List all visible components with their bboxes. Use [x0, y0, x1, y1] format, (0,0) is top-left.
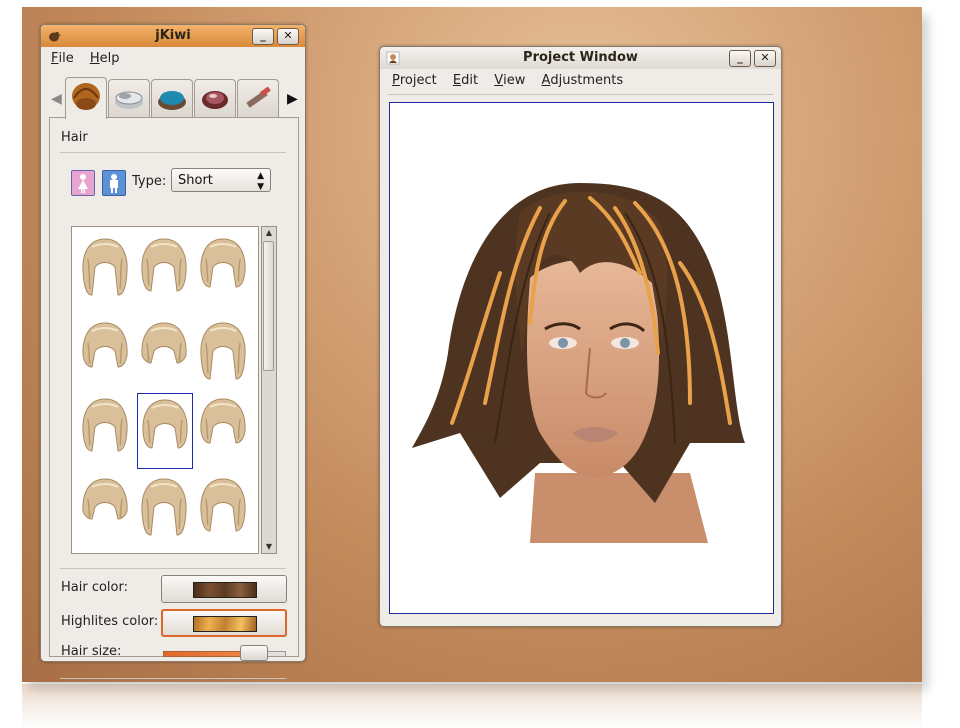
blush-icon — [202, 91, 228, 109]
lipstick-icon — [246, 86, 271, 108]
hairstyle-icon — [141, 478, 187, 536]
divider — [60, 678, 286, 679]
divider — [60, 152, 286, 153]
project-window: Project Window _ ✕ Project Edit View Adj… — [379, 46, 782, 627]
hairstyle-icon — [142, 399, 188, 449]
project-menubar: Project Edit View Adjustments — [380, 69, 781, 93]
hairstyle-thumbnail[interactable] — [137, 473, 191, 547]
menu-adjustments[interactable]: Adjustments — [541, 69, 623, 93]
updown-icon: ▲ ▼ — [257, 171, 264, 192]
eyeshadow-icon — [158, 91, 186, 110]
hair-color-label: Hair color: — [61, 580, 128, 595]
hairstyle-thumbnail[interactable] — [137, 317, 191, 391]
jkiwi-menubar: File Help — [41, 47, 305, 71]
hairstyle-icon — [82, 322, 128, 368]
hairstyle-icon — [200, 478, 246, 532]
menu-adjustments-label: djustments — [550, 73, 624, 88]
menu-project-label: roject — [399, 73, 437, 88]
desktop-reflection — [22, 684, 922, 728]
portrait-image — [412, 183, 745, 543]
hair-size-label: Hair size: — [61, 644, 122, 659]
divider — [388, 94, 773, 95]
hairstyle-grid — [71, 226, 259, 554]
menu-view-mnemonic: V — [494, 73, 504, 88]
hairstyle-icon — [200, 322, 246, 380]
highlites-color-label: Highlites color: — [61, 614, 159, 629]
hairstyle-thumbnail[interactable] — [78, 473, 132, 547]
kiwi-app-icon — [49, 32, 61, 42]
hairstyle-icon — [82, 238, 128, 296]
tab-hair[interactable] — [65, 77, 107, 119]
scroll-down-icon[interactable]: ▼ — [263, 541, 275, 553]
jkiwi-window: jKiwi _ ✕ File Help ◀ ▶ Hair Type: Short… — [40, 24, 306, 679]
menu-file[interactable]: File — [51, 47, 74, 71]
close-button[interactable]: ✕ — [277, 28, 299, 45]
scroll-up-icon[interactable]: ▲ — [263, 227, 275, 239]
hairstyle-icon — [82, 398, 128, 452]
tabs-scroll-left-icon[interactable]: ◀ — [51, 91, 62, 107]
hairstyle-thumbnail[interactable] — [196, 317, 250, 391]
category-tabs: ◀ ▶ — [41, 77, 305, 119]
tab-eyeshadow[interactable] — [151, 79, 193, 118]
hair-color-swatch — [193, 582, 257, 598]
tab-blush[interactable] — [194, 79, 236, 118]
menu-view-label: iew — [503, 73, 526, 88]
male-toggle[interactable] — [102, 170, 126, 196]
project-icon — [386, 51, 400, 65]
menu-project-mnemonic: P — [392, 73, 400, 88]
close-button[interactable]: ✕ — [754, 50, 776, 67]
menu-file-label: ile — [58, 51, 74, 66]
tabs-scroll-right-icon[interactable]: ▶ — [287, 91, 298, 107]
tab-lipstick[interactable] — [237, 79, 279, 118]
hairstyle-thumbnail[interactable] — [196, 393, 250, 467]
hairstyle-icon — [200, 398, 246, 444]
hair-size-slider-handle[interactable] — [240, 645, 268, 661]
hairstyle-icon — [200, 238, 246, 288]
hair-icon — [72, 83, 100, 110]
scroll-thumb[interactable] — [263, 241, 274, 371]
menu-edit-mnemonic: E — [452, 73, 462, 88]
menu-file-mnemonic: F — [51, 51, 59, 66]
hair-color-button[interactable] — [161, 575, 287, 603]
minimize-button[interactable]: _ — [729, 50, 751, 67]
hairstyle-thumbnail[interactable] — [137, 233, 191, 307]
hair-panel: Hair Type: Short ▲ ▼ ▲ ▼ Hair color: High… — [49, 117, 299, 679]
hairstyle-icon — [82, 478, 128, 520]
type-label: Type: — [132, 174, 167, 189]
project-titlebar[interactable]: Project Window _ ✕ — [380, 47, 781, 69]
highlites-color-button[interactable] — [161, 609, 287, 637]
jkiwi-titlebar[interactable]: jKiwi _ ✕ — [41, 25, 305, 47]
menu-help-mnemonic: H — [89, 51, 100, 66]
male-icon — [110, 174, 118, 193]
powder-compact-icon — [115, 91, 143, 109]
hairstyle-thumbnail[interactable] — [196, 473, 250, 547]
hairstyle-thumbnail[interactable] — [196, 233, 250, 307]
menu-edit-label: dit — [461, 73, 479, 88]
female-toggle[interactable] — [71, 170, 95, 196]
female-icon — [78, 174, 88, 193]
hairstyle-scrollbar[interactable]: ▲ ▼ — [261, 226, 277, 554]
hairstyle-thumbnail[interactable] — [78, 317, 132, 391]
section-title: Hair — [61, 130, 88, 145]
hairstyle-thumbnail[interactable] — [78, 393, 132, 467]
menu-project[interactable]: Project — [392, 69, 437, 93]
type-select[interactable]: Short ▲ ▼ — [171, 168, 271, 192]
minimize-button[interactable]: _ — [252, 28, 274, 45]
menu-edit[interactable]: Edit — [453, 69, 478, 93]
hairstyle-thumbnail[interactable] — [137, 393, 193, 469]
project-title: Project Window — [523, 50, 638, 65]
menu-help-label: elp — [99, 51, 120, 66]
menu-adjustments-mnemonic: A — [541, 73, 551, 88]
type-select-value: Short — [178, 173, 213, 188]
hairstyle-icon — [141, 238, 187, 292]
hairstyle-icon — [141, 322, 187, 364]
hairstyle-thumbnail[interactable] — [78, 233, 132, 307]
menu-view[interactable]: View — [494, 69, 525, 93]
divider — [60, 568, 286, 569]
jkiwi-title: jKiwi — [155, 28, 191, 43]
highlites-color-swatch — [193, 616, 257, 632]
project-canvas[interactable] — [389, 102, 774, 614]
menu-help[interactable]: Help — [90, 47, 120, 71]
tab-powder[interactable] — [108, 79, 150, 118]
